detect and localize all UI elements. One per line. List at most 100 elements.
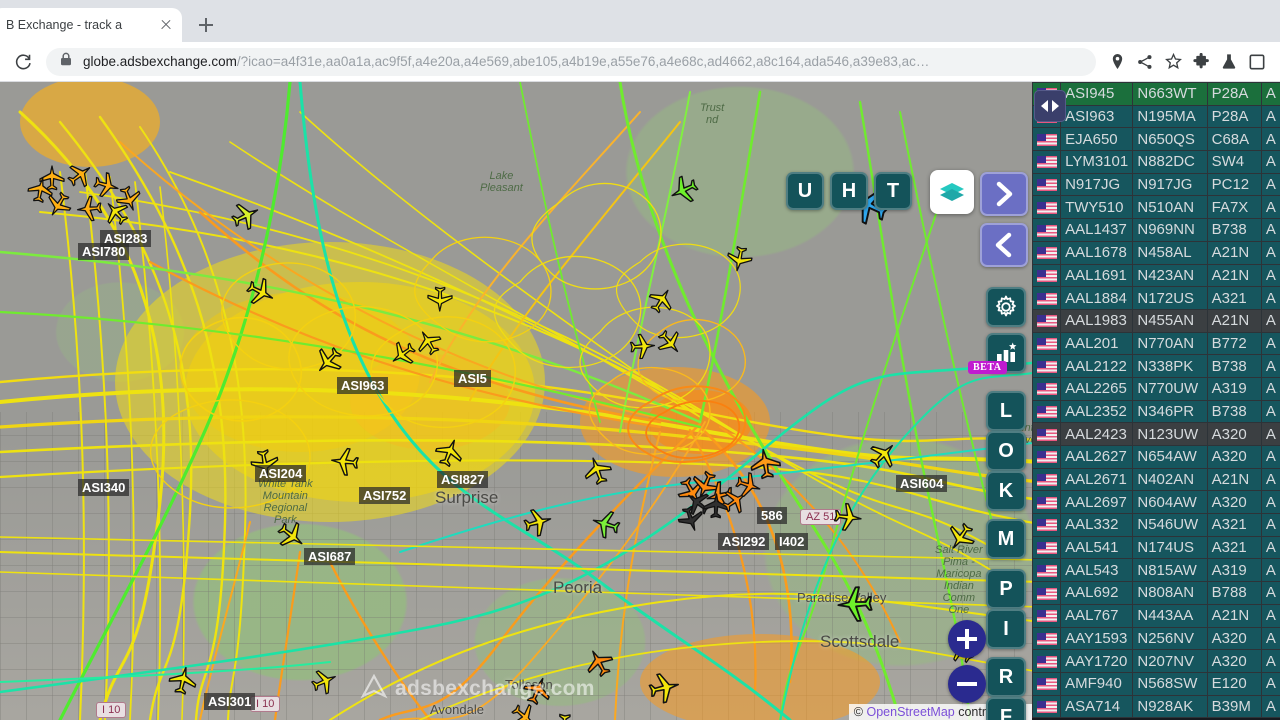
aircraft-label[interactable]: ASI204 — [255, 465, 307, 482]
expand-right-button[interactable] — [980, 172, 1028, 216]
table-row[interactable]: AAL2671 N402AN A21N A — [1032, 467, 1280, 492]
range-button[interactable]: R — [986, 657, 1026, 697]
table-row[interactable]: ASI963 N195MA P28A A — [1032, 104, 1280, 129]
aircraft-icon[interactable] — [426, 280, 455, 313]
aircraft-label[interactable]: ASI301 — [204, 693, 256, 710]
country-flag-icon — [1032, 150, 1062, 174]
cell-extra: A — [1260, 376, 1280, 401]
table-row[interactable]: AAL2423 N123UW A320 A — [1032, 422, 1280, 446]
aircraft-label[interactable]: I402 — [775, 533, 809, 550]
pause-button[interactable]: P — [986, 569, 1026, 609]
adsbexchange-logo-icon — [360, 673, 388, 700]
heading-button[interactable]: H — [830, 172, 868, 210]
layers-button[interactable] — [930, 170, 974, 214]
aircraft-list-sidebar[interactable]: ASI945 N663WT P28A A ASI963 N195MA P28A A EJA650… — [1032, 82, 1280, 720]
units-button[interactable]: U — [786, 172, 824, 210]
table-row[interactable]: AAL1437 N969NN B738 A — [1032, 218, 1280, 242]
aircraft-label[interactable]: 586 — [757, 507, 787, 524]
toolbar-icons — [1104, 49, 1270, 75]
table-row[interactable]: AAL692 N808AN B788 A — [1032, 581, 1280, 605]
table-row[interactable]: AAY1720 N207NV A320 A — [1032, 649, 1280, 673]
aircraft-icon[interactable] — [328, 444, 367, 478]
cell-extra: A — [1260, 581, 1280, 605]
table-row[interactable]: AAL2265 N770UW A319 A — [1032, 376, 1280, 401]
zoom-in-button[interactable] — [948, 620, 986, 658]
aircraft-icon[interactable] — [548, 706, 581, 720]
table-row[interactable]: AAL543 N815AW A319 A — [1032, 558, 1280, 583]
aircraft-icon[interactable] — [835, 584, 881, 625]
cell-aircraft-type: C68A — [1206, 127, 1262, 152]
cell-registration: N917JG — [1132, 172, 1208, 197]
cell-registration: N808AN — [1132, 581, 1208, 605]
cell-aircraft-type: A320 — [1206, 445, 1262, 469]
country-flag-icon — [1032, 467, 1062, 492]
new-tab-button[interactable] — [192, 11, 220, 39]
table-row[interactable]: AAY1593 N256NV A320 A — [1032, 626, 1280, 651]
table-row[interactable]: AAL541 N174US A321 A — [1032, 535, 1280, 560]
extensions-puzzle-icon[interactable] — [1188, 49, 1214, 75]
aircraft-label[interactable]: ASI827 — [437, 471, 489, 488]
table-row[interactable]: AAL201 N770AN B772 A — [1032, 331, 1280, 356]
table-row[interactable]: AAL2627 N654AW A320 A — [1032, 445, 1280, 469]
address-bar[interactable]: globe.adsbexchange.com/?icao=a4f31e,aa0a… — [46, 47, 1096, 76]
aircraft-label[interactable]: ASI687 — [304, 548, 356, 565]
tracks-button[interactable]: T — [874, 172, 912, 210]
country-flag-icon — [1032, 671, 1062, 696]
table-row[interactable]: ASA714 N928AK B39M A — [1032, 694, 1280, 719]
share-icon[interactable] — [1132, 49, 1158, 75]
collapse-left-button[interactable] — [980, 223, 1028, 267]
country-flag-icon — [1032, 376, 1062, 401]
table-row[interactable]: AAL1678 N458AL A21N A — [1032, 240, 1280, 265]
aircraft-table: ASI945 N663WT P28A A ASI963 N195MA P28A A EJA650… — [1032, 82, 1280, 719]
resize-horizontal-icon[interactable] — [1034, 90, 1066, 122]
cell-callsign: AAL2671 — [1060, 467, 1134, 492]
table-row[interactable]: AAL767 N443AA A21N A — [1032, 603, 1280, 628]
cell-callsign: AAL2423 — [1060, 422, 1134, 446]
zoom-out-button[interactable] — [948, 665, 986, 703]
table-row[interactable]: TWY510 N510AN FA7X A — [1032, 195, 1280, 220]
cell-aircraft-type: A21N — [1206, 263, 1262, 288]
table-row[interactable]: AAL2122 N338PK B738 A — [1032, 354, 1280, 378]
table-row[interactable]: AAL2352 N346PR B738 A — [1032, 399, 1280, 424]
map-button[interactable]: M — [986, 519, 1026, 559]
labs-flask-icon[interactable] — [1216, 49, 1242, 75]
table-row[interactable]: AAL1884 N172US A321 A — [1032, 286, 1280, 310]
table-row[interactable]: LYM3101 N882DC SW4 A — [1032, 150, 1280, 174]
aircraft-label[interactable]: ASI5 — [454, 370, 491, 387]
cell-callsign: AAL201 — [1060, 331, 1134, 356]
options-button[interactable]: O — [986, 431, 1026, 471]
table-row[interactable]: EJA650 N650QS C68A A — [1032, 127, 1280, 152]
keyboard-button[interactable]: K — [986, 471, 1026, 511]
table-row[interactable]: AAL332 N546UW A321 A — [1032, 513, 1280, 537]
filter-button[interactable]: F — [986, 697, 1026, 720]
table-row[interactable]: AAL1691 N423AN A21N A — [1032, 263, 1280, 288]
table-row[interactable]: AAL1983 N455AN A21N A — [1032, 308, 1280, 333]
table-row[interactable]: AAL2697 N604AW A320 A — [1032, 490, 1280, 515]
aircraft-label[interactable]: ASI963 — [337, 377, 389, 394]
openstreetmap-link[interactable]: OpenStreetMap — [866, 705, 954, 719]
aircraft-label[interactable]: ASI780 — [78, 243, 130, 260]
aircraft-icon[interactable] — [825, 499, 864, 534]
aircraft-label[interactable]: ASI752 — [359, 487, 411, 504]
aircraft-label[interactable]: ASI604 — [896, 475, 948, 492]
cell-aircraft-type: A320 — [1206, 626, 1262, 651]
reload-icon[interactable] — [10, 49, 36, 75]
browser-tab[interactable]: B Exchange - track a — [0, 8, 182, 42]
settings-button[interactable] — [986, 287, 1026, 327]
bookmark-star-icon[interactable] — [1160, 49, 1186, 75]
cell-registration: N568SW — [1132, 671, 1208, 696]
labels-button[interactable]: L — [986, 391, 1026, 431]
country-flag-icon — [1032, 240, 1062, 265]
info-button[interactable]: I — [986, 609, 1026, 649]
cell-registration: N928AK — [1132, 694, 1208, 719]
cell-aircraft-type: FA7X — [1206, 195, 1262, 220]
close-icon[interactable] — [158, 17, 174, 33]
sidepanel-icon[interactable] — [1244, 49, 1270, 75]
table-row[interactable]: N917JG N917JG PC12 A — [1032, 172, 1280, 197]
cell-extra: A — [1260, 354, 1280, 378]
table-row[interactable]: ASI945 N663WT P28A A — [1032, 82, 1280, 106]
aircraft-label[interactable]: ASI292 — [718, 533, 770, 550]
aircraft-label[interactable]: ASI340 — [78, 479, 130, 496]
table-row[interactable]: AMF940 N568SW E120 A — [1032, 671, 1280, 696]
location-pin-icon[interactable] — [1104, 49, 1130, 75]
